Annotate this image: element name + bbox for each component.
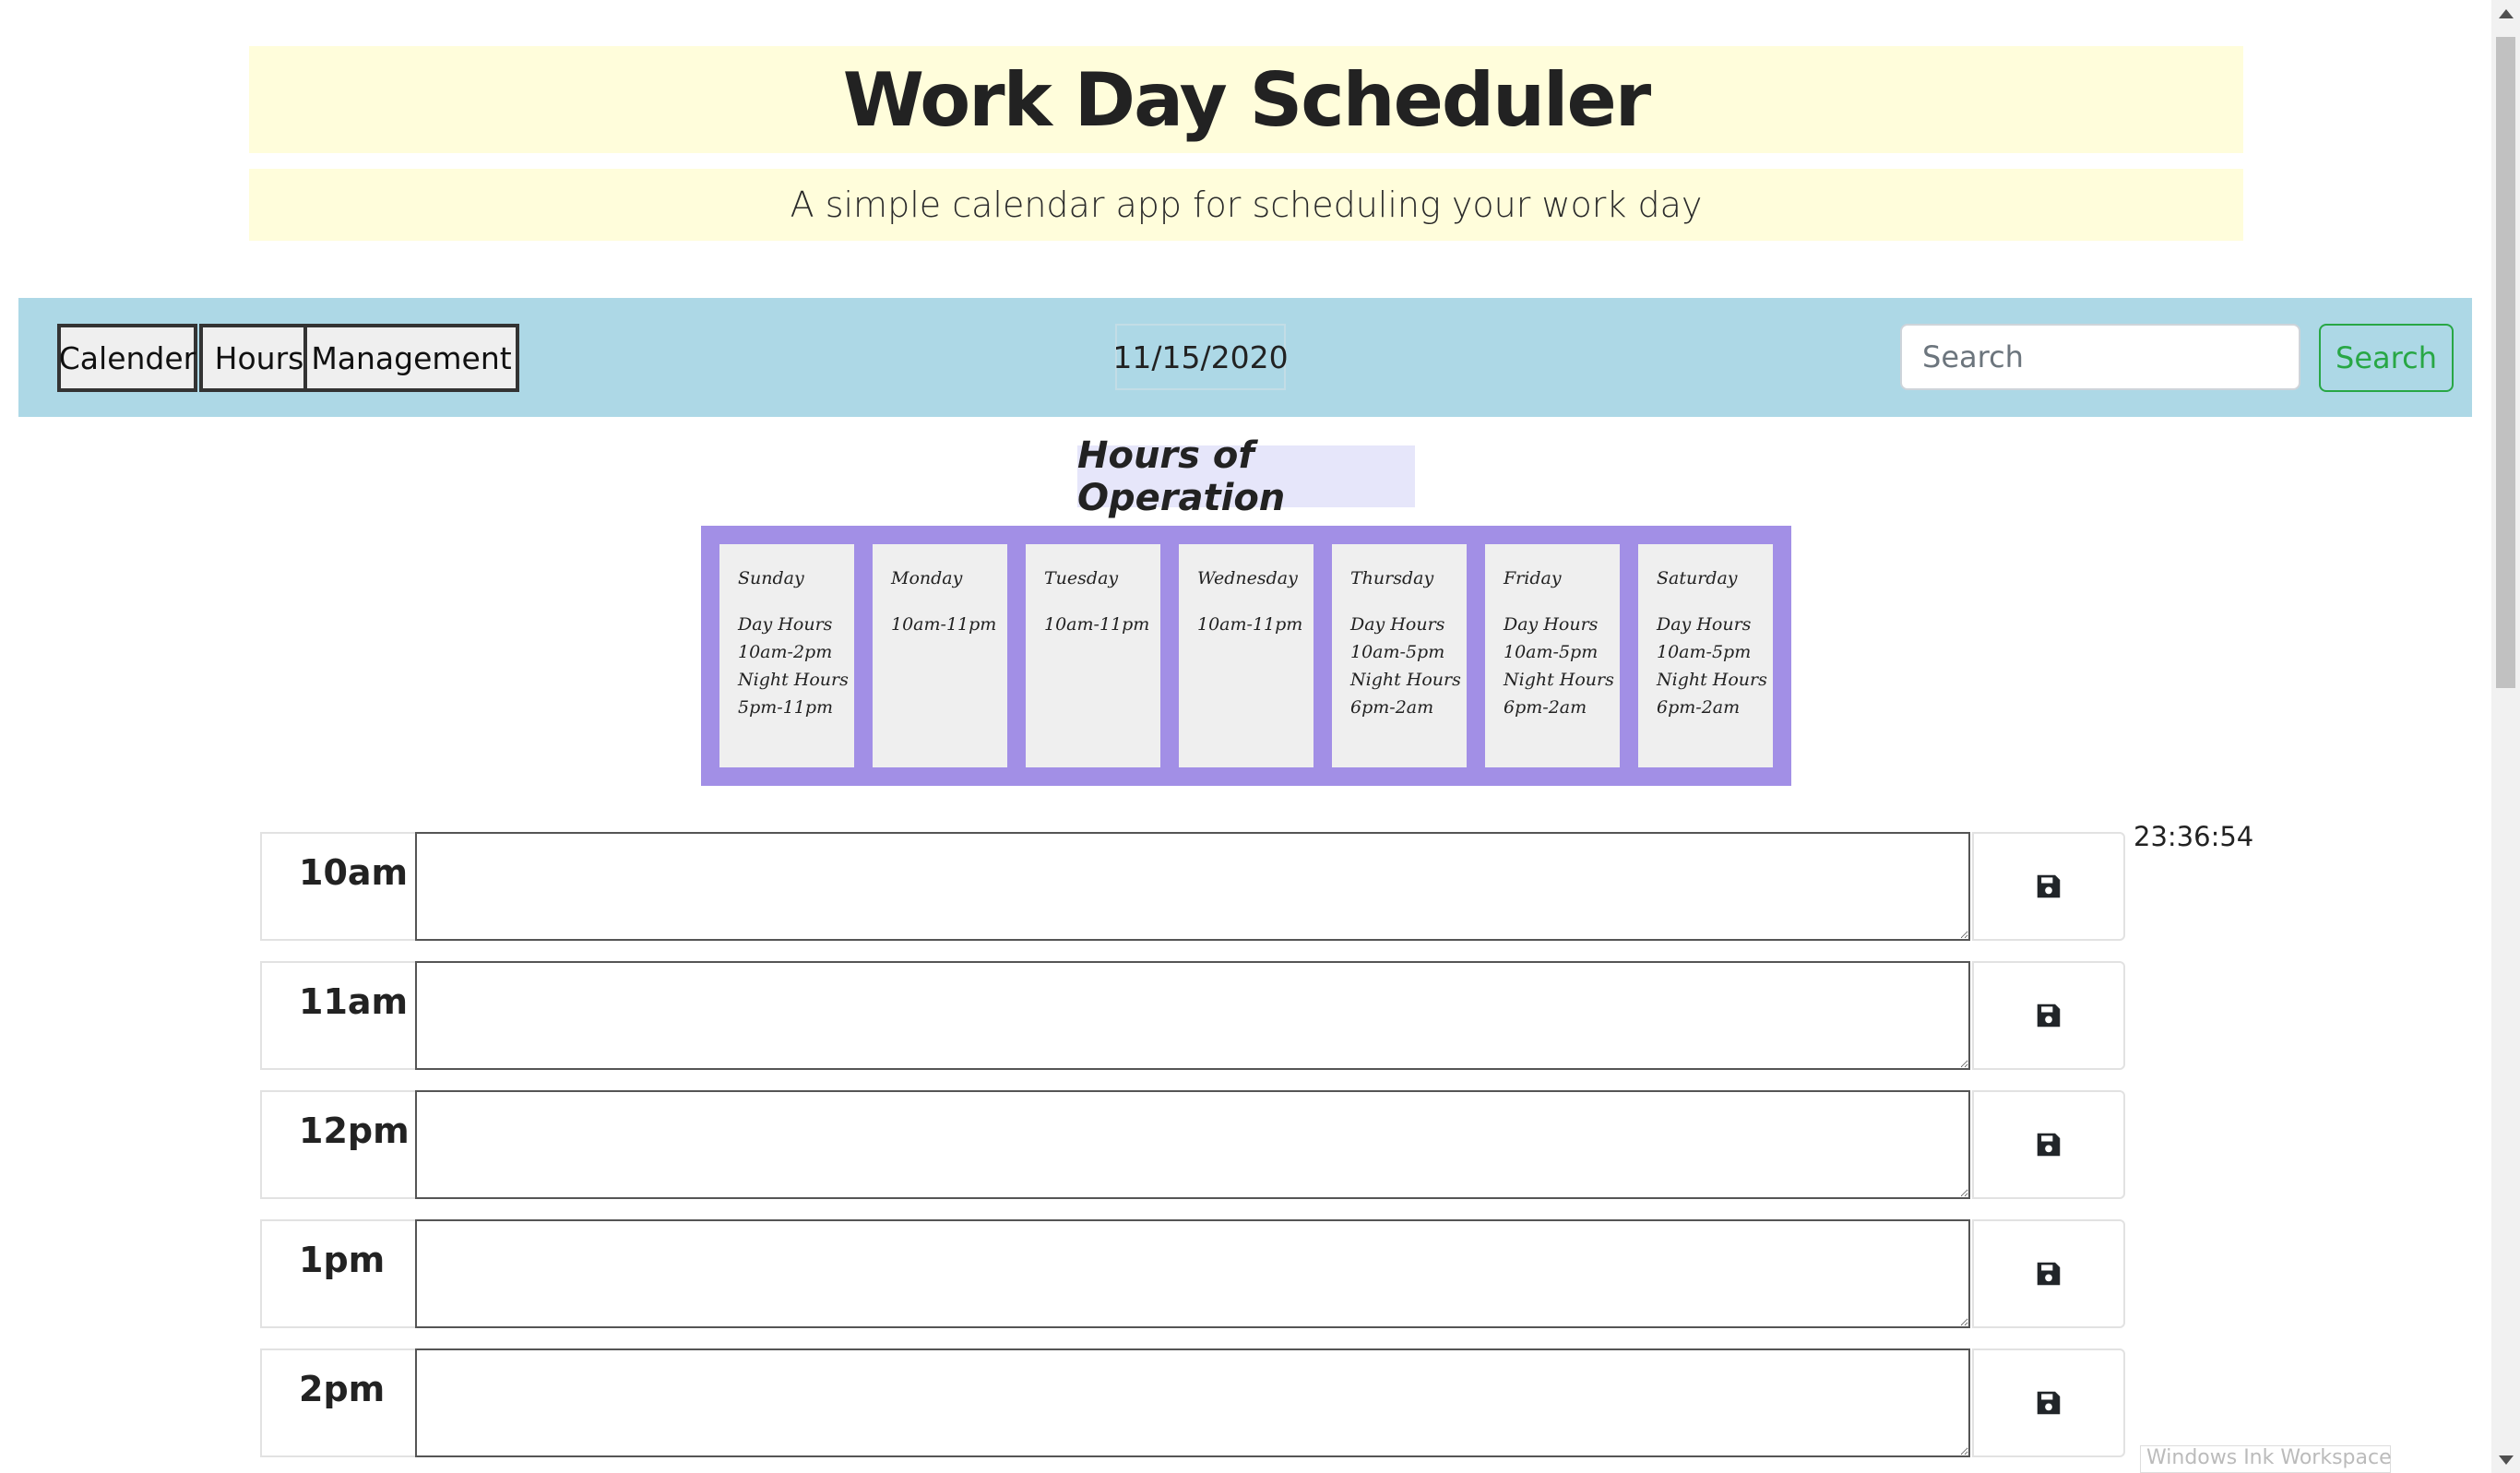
day-hours-line: Night Hours xyxy=(1350,670,1461,690)
day-card-sunday: Sunday Day Hours 10am-2pm Night Hours 5p… xyxy=(719,544,854,767)
save-button[interactable] xyxy=(1972,832,2125,941)
hour-label: 1pm xyxy=(260,1219,415,1328)
hour-label: 12pm xyxy=(260,1090,415,1199)
page-subtitle: A simple calendar app for scheduling you… xyxy=(790,184,1703,225)
day-name: Thursday xyxy=(1350,568,1434,588)
hour-label: 11am xyxy=(260,961,415,1070)
floppy-disk-icon xyxy=(2037,874,2061,898)
event-textarea[interactable] xyxy=(415,961,1970,1070)
time-block-row: 12pm xyxy=(260,1090,2125,1199)
day-hours-line: Day Hours xyxy=(1657,614,1752,635)
hours-of-operation-grid: Sunday Day Hours 10am-2pm Night Hours 5p… xyxy=(701,526,1791,786)
scroll-up-arrow-icon[interactable] xyxy=(2499,9,2514,18)
day-name: Wednesday xyxy=(1197,568,1298,588)
day-hours-line: 6pm-2am xyxy=(1350,697,1434,718)
day-hours-line: 10am-5pm xyxy=(1504,642,1599,662)
day-card-wednesday: Wednesday 10am-11pm xyxy=(1179,544,1313,767)
event-textarea[interactable] xyxy=(415,1219,1970,1328)
day-hours-line: 6pm-2am xyxy=(1504,697,1587,718)
event-textarea[interactable] xyxy=(415,1090,1970,1199)
day-name: Sunday xyxy=(738,568,804,588)
page-title: Work Day Scheduler xyxy=(842,56,1651,143)
day-hours-line: 10am-5pm xyxy=(1657,642,1752,662)
day-hours-line: Day Hours xyxy=(1504,614,1599,635)
hours-of-operation-heading: Hours of Operation xyxy=(1077,434,1415,519)
day-hours-line: 10am-2pm xyxy=(738,642,833,662)
management-button[interactable]: Management xyxy=(303,324,519,392)
event-textarea[interactable] xyxy=(415,832,1970,941)
day-hours-line: 10am-11pm xyxy=(1044,614,1150,635)
current-date: 11/15/2020 xyxy=(1112,324,1289,390)
hours-heading-text: Hours of Operation xyxy=(1077,434,1286,519)
day-hours-line: 10am-11pm xyxy=(891,614,997,635)
save-button[interactable] xyxy=(1972,961,2125,1070)
hour-label: 10am xyxy=(260,832,415,941)
day-card-monday: Monday 10am-11pm xyxy=(873,544,1007,767)
hour-label: 2pm xyxy=(260,1348,415,1457)
time-block-row: 10am xyxy=(260,832,2125,941)
current-time: 23:36:54 xyxy=(2134,821,2254,852)
vertical-scrollbar[interactable] xyxy=(2491,0,2520,1473)
subtitle-banner: A simple calendar app for scheduling you… xyxy=(249,169,2243,241)
day-name: Tuesday xyxy=(1044,568,1119,588)
day-name: Saturday xyxy=(1657,568,1738,588)
day-name: Friday xyxy=(1504,568,1562,588)
calender-button[interactable]: Calender xyxy=(57,324,197,392)
save-button[interactable] xyxy=(1972,1219,2125,1328)
day-card-tuesday: Tuesday 10am-11pm xyxy=(1026,544,1160,767)
day-hours-line: Night Hours xyxy=(1504,670,1614,690)
title-banner: Work Day Scheduler xyxy=(249,46,2243,153)
day-card-friday: Friday Day Hours 10am-5pm Night Hours 6p… xyxy=(1485,544,1620,767)
floppy-disk-icon xyxy=(2037,1391,2061,1415)
scrollbar-thumb[interactable] xyxy=(2496,37,2515,688)
search-button[interactable]: Search xyxy=(2319,324,2454,392)
day-hours-line: Night Hours xyxy=(738,670,849,690)
windows-ink-workspace-tooltip: Windows Ink Workspace xyxy=(2140,1445,2392,1473)
day-card-saturday: Saturday Day Hours 10am-5pm Night Hours … xyxy=(1638,544,1773,767)
save-button[interactable] xyxy=(1972,1348,2125,1457)
day-hours-line: Day Hours xyxy=(738,614,833,635)
scroll-down-arrow-icon[interactable] xyxy=(2499,1455,2514,1465)
save-button[interactable] xyxy=(1972,1090,2125,1199)
day-hours-line: Day Hours xyxy=(1350,614,1445,635)
time-block-row: 1pm xyxy=(260,1219,2125,1328)
day-hours-line: 10am-11pm xyxy=(1197,614,1303,635)
day-hours-line: 5pm-11pm xyxy=(738,697,834,718)
search-input[interactable] xyxy=(1900,324,2300,390)
event-textarea[interactable] xyxy=(415,1348,1970,1457)
floppy-disk-icon xyxy=(2037,1004,2061,1028)
time-block-row: 2pm xyxy=(260,1348,2125,1457)
day-name: Monday xyxy=(891,568,963,588)
navbar: Calender Hours Management 11/15/2020 Sea… xyxy=(18,298,2472,417)
day-hours-line: 6pm-2am xyxy=(1657,697,1741,718)
floppy-disk-icon xyxy=(2037,1262,2061,1286)
day-card-thursday: Thursday Day Hours 10am-5pm Night Hours … xyxy=(1332,544,1467,767)
hours-button[interactable]: Hours xyxy=(199,324,319,392)
time-block-row: 11am xyxy=(260,961,2125,1070)
day-hours-line: Night Hours xyxy=(1657,670,1767,690)
day-hours-line: 10am-5pm xyxy=(1350,642,1445,662)
floppy-disk-icon xyxy=(2037,1133,2061,1157)
